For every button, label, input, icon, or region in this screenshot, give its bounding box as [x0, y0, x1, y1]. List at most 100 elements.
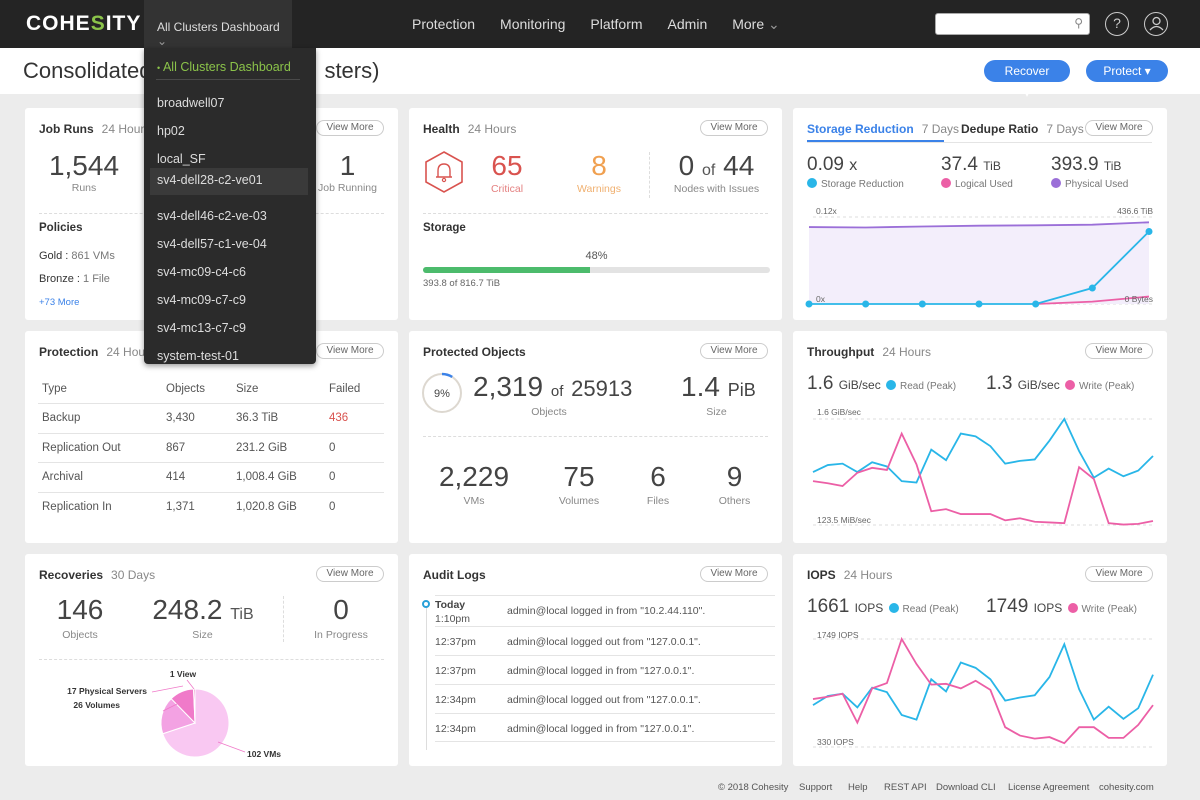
cluster-dropdown-menu: • All Clusters Dashboard broadwell07 hp0…: [144, 48, 316, 364]
axis-top-left: 0.12x: [816, 206, 838, 216]
data-point: [918, 300, 926, 308]
pie-label-leader: [151, 685, 184, 693]
dropdown-item[interactable]: sv4-mc09-c7-c9: [144, 287, 316, 315]
table-row: Backup 3,430 36.3 TiB 436: [38, 403, 384, 434]
view-more-button[interactable]: View More: [700, 120, 768, 136]
footer-rest-api-link[interactable]: REST API: [884, 782, 927, 793]
dropdown-item[interactable]: sv4-dell57-c1-ve-04: [144, 231, 316, 259]
pie-label: 102 VMs: [247, 749, 281, 759]
storage-progress-fill: [423, 267, 590, 273]
legend-storage-reduction: Storage Reduction: [807, 178, 904, 190]
series-line-read-peak-: [812, 417, 1154, 484]
axis-top-right: 436.6 TiB: [1117, 206, 1153, 216]
table-header-row: Type Objects Size Failed: [38, 374, 384, 404]
help-icon[interactable]: ?: [1105, 12, 1129, 36]
legend-write: Write (Peak): [1067, 603, 1137, 615]
pie-label: 26 Volumes: [73, 700, 120, 710]
job-running-label: Job Running: [318, 182, 377, 194]
dropdown-item[interactable]: system-test-01: [144, 343, 316, 371]
view-more-button[interactable]: View More: [700, 566, 768, 582]
storage-reduction-chart: 0.12x 436.6 TiB 0x 0 Bytes: [805, 206, 1153, 308]
protection-table: Type Objects Size Failed Backup 3,430 36.3 Ti…: [38, 374, 384, 522]
protect-button[interactable]: Protect ▾: [1086, 60, 1168, 82]
warnings-label: Warnings: [577, 183, 621, 195]
footer-download-cli-link[interactable]: Download CLI: [936, 782, 996, 793]
dropdown-item-hovered[interactable]: sv4-dell28-c2-ve01: [150, 168, 308, 195]
storage-reduction-card: Storage Reduction 7 Days Dedupe Ratio 7 Da…: [793, 108, 1167, 320]
policy-bronze: Bronze : 1 File: [39, 273, 110, 285]
card-title: Health 24 Hours: [423, 122, 517, 136]
nav-more[interactable]: More ⌄: [720, 0, 793, 48]
nav-protection[interactable]: Protection: [400, 0, 488, 48]
cohesity-logo[interactable]: COHESITY: [26, 12, 141, 36]
main-nav: Protection Monitoring Platform Admin Mor…: [400, 0, 793, 48]
dropdown-item[interactable]: sv4-mc13-c7-c9: [144, 315, 316, 343]
protected-objects-count: 2,319 of 25913: [473, 371, 633, 402]
footer-cohesity-link[interactable]: cohesity.com: [1099, 782, 1154, 793]
runs-label: Runs: [71, 182, 97, 194]
nodes-label: Nodes with Issues: [673, 183, 760, 195]
storage-reduction-value: 0.09 x: [807, 154, 858, 175]
policy-gold: Gold : 861 VMs: [39, 250, 115, 262]
more-policies-link[interactable]: +73 More: [39, 297, 79, 308]
health-card: Health 24 Hours View More 65 Critical 8 W…: [409, 108, 782, 320]
view-more-button[interactable]: View More: [316, 120, 384, 136]
throughput-card: Throughput 24 Hours View More 1.6 GiB/sec…: [793, 331, 1167, 543]
protected-objects-card: Protected Objects View More 9% 2,319 of …: [409, 331, 782, 543]
tab-storage-reduction[interactable]: Storage Reduction 7 Days: [807, 122, 959, 136]
view-more-button[interactable]: View More: [316, 566, 384, 582]
search-icon: ⚲: [1074, 16, 1083, 30]
iops-card: IOPS 24 Hours View More 1661 IOPS Read (P…: [793, 554, 1167, 766]
axis-bottom-label: 123.5 MiB/sec: [817, 515, 872, 525]
user-icon[interactable]: [1144, 12, 1168, 36]
series-line-write-peak-: [812, 636, 1154, 745]
protected-size: 1.4 PiB: [681, 371, 756, 402]
view-more-button[interactable]: View More: [1085, 343, 1153, 359]
chevron-down-icon: ⌄: [768, 16, 780, 32]
list-item: 12:34pm admin@local logged in from "127.…: [435, 713, 775, 742]
others-label: Others: [718, 495, 751, 507]
view-more-button[interactable]: View More: [700, 343, 768, 359]
cluster-selector-label: All Clusters Dashboard: [157, 20, 280, 34]
footer-help-link[interactable]: Help: [848, 782, 868, 793]
dropdown-item-all-clusters[interactable]: • All Clusters Dashboard: [144, 54, 316, 82]
view-more-button[interactable]: View More: [316, 343, 384, 359]
cluster-selector[interactable]: All Clusters Dashboard ⌄: [144, 0, 292, 48]
card-title: Job Runs 24 Hours: [39, 122, 151, 136]
pie-label: 1 View: [170, 669, 197, 679]
search-input[interactable]: ⚲: [935, 13, 1090, 35]
dropdown-item[interactable]: sv4-dell46-c2-ve-03: [144, 203, 316, 231]
in-progress-count: 0: [333, 594, 349, 625]
policies-title: Policies: [39, 222, 83, 234]
dropdown-item[interactable]: broadwell07: [144, 90, 316, 118]
files-count: 6: [650, 461, 666, 492]
protected-percent-ring: 9%: [421, 372, 463, 414]
pie-label: 17 Physical Servers: [67, 686, 147, 696]
job-running-count: 1: [339, 150, 356, 181]
svg-text:9%: 9%: [434, 388, 450, 400]
table-row: Archival 414 1,008.4 GiB 0: [38, 462, 384, 493]
storage-title: Storage: [423, 222, 466, 234]
storage-percent: 48%: [585, 250, 608, 262]
tab-dedupe-ratio[interactable]: Dedupe Ratio 7 Days: [961, 122, 1084, 136]
dropdown-item[interactable]: sv4-mc09-c4-c6: [144, 259, 316, 287]
nav-monitoring[interactable]: Monitoring: [488, 0, 578, 48]
recovered-objects: 146: [56, 594, 104, 625]
nav-platform[interactable]: Platform: [578, 0, 655, 48]
write-peak-value: 1.3 GiB/sec Write (Peak): [986, 373, 1135, 394]
data-point: [1032, 300, 1040, 308]
view-more-button[interactable]: View More: [1085, 566, 1153, 582]
dropdown-item[interactable]: hp02: [144, 118, 316, 146]
warnings-count: 8: [591, 150, 607, 181]
data-point: [1088, 284, 1096, 292]
footer-license-link[interactable]: License Agreement: [1008, 782, 1089, 793]
axis-bottom-right: 0 Bytes: [1125, 294, 1153, 304]
footer-support-link[interactable]: Support: [799, 782, 832, 793]
recover-button[interactable]: Recover ▾: [984, 60, 1070, 100]
view-more-button[interactable]: View More: [1085, 120, 1153, 136]
timeline-line: [426, 602, 427, 750]
recoveries-card: Recoveries 30 Days View More 146 Objects …: [25, 554, 398, 766]
objects-label: Objects: [531, 406, 567, 418]
nav-admin[interactable]: Admin: [656, 0, 721, 48]
dropdown-divider: [156, 79, 300, 80]
